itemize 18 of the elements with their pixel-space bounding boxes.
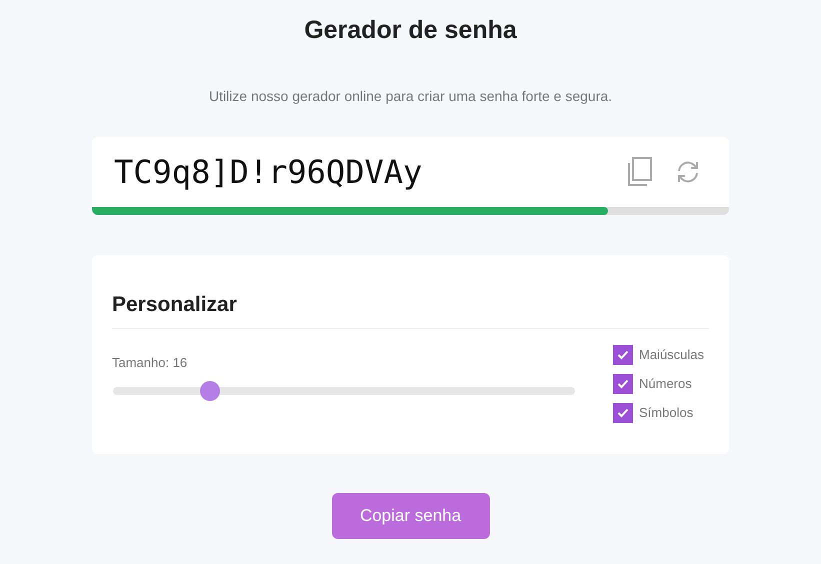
- option-label: Maiúsculas: [639, 346, 704, 364]
- password-text: TC9q8]D!r96QDVAy: [114, 152, 424, 192]
- check-icon: [617, 350, 629, 360]
- section-heading: Personalizar: [112, 288, 709, 329]
- checkbox[interactable]: [613, 403, 633, 423]
- page-title: Gerador de senha: [304, 15, 517, 46]
- check-icon: [617, 408, 629, 418]
- check-icon: [617, 379, 629, 389]
- checkbox[interactable]: [613, 374, 633, 394]
- option-label: Números: [639, 375, 692, 394]
- option-label: Símbolos: [639, 404, 694, 422]
- length-label: Tamanho: 16: [112, 354, 188, 372]
- subtitle: Utilize nosso gerador online para criar uma senha forte e segura.: [208, 86, 612, 106]
- copy-icon[interactable]: [627, 156, 653, 186]
- length-slider[interactable]: [113, 380, 575, 400]
- copy-password-button[interactable]: Copiar senha: [332, 492, 490, 538]
- checkbox[interactable]: [613, 345, 633, 365]
- slider-thumb[interactable]: [200, 380, 220, 400]
